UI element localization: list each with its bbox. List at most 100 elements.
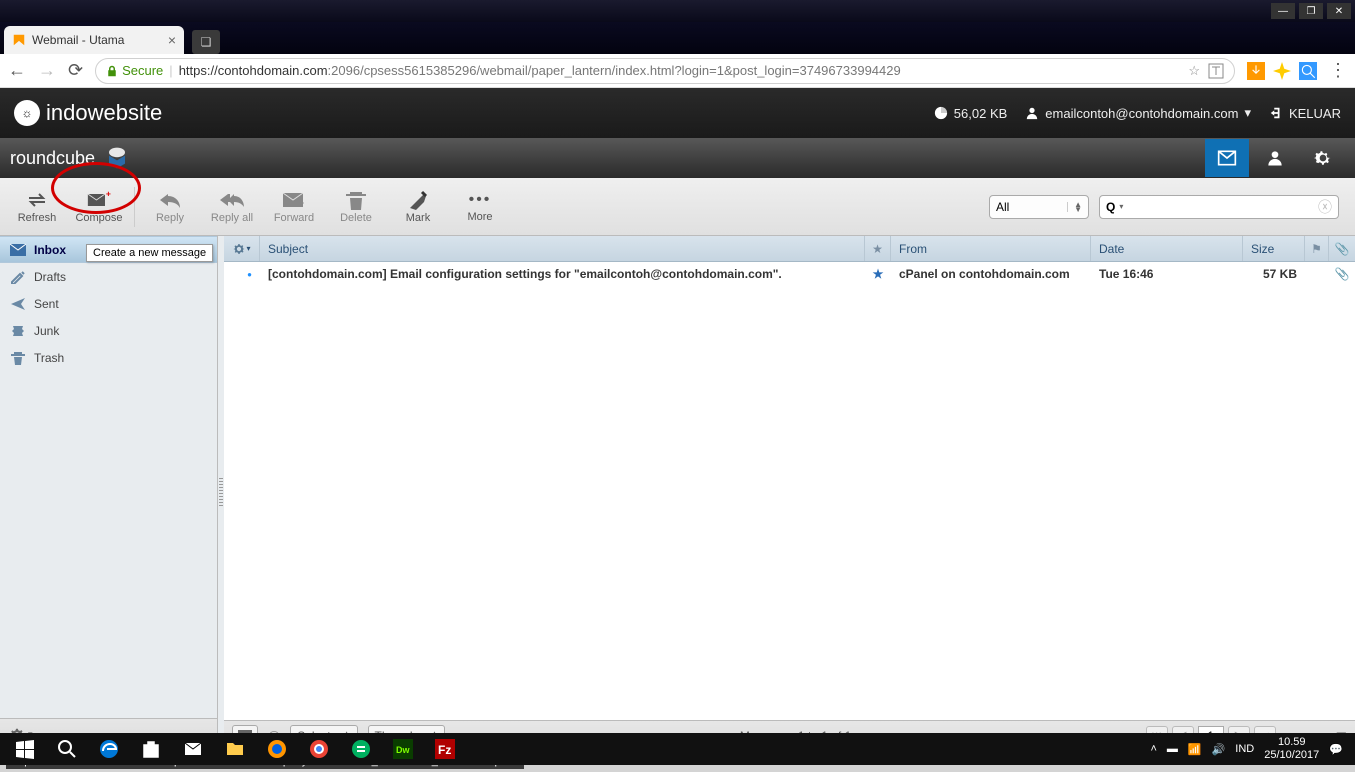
row-size: 57 KB (1243, 267, 1305, 281)
row-attach: 📎 (1329, 267, 1355, 281)
store-icon (141, 739, 161, 759)
taskbar-edge[interactable] (88, 733, 130, 765)
folder-sidebar: Inbox Create a new message Drafts Sent J… (0, 236, 218, 750)
refresh-button[interactable]: Refresh (6, 182, 68, 232)
brand-mark-icon: ☼ (14, 100, 40, 126)
col-attach[interactable]: 📎 (1329, 236, 1355, 261)
url-text: https://contohdomain.com:2096/cpsess5615… (179, 63, 901, 78)
col-settings[interactable]: ▾ (224, 236, 260, 261)
flag-header-icon: ⚑ (1311, 242, 1322, 256)
browser-toolbar: ← → ⟳ Secure | https://contohdomain.com:… (0, 54, 1355, 88)
row-star[interactable]: ★ (865, 267, 891, 281)
taskbar-filezilla[interactable]: Fz (424, 733, 466, 765)
forward-button[interactable]: → (38, 60, 56, 81)
tray-language[interactable]: IND (1235, 743, 1254, 755)
row-unread-icon: ● (224, 270, 260, 279)
compose-icon: + (87, 190, 111, 210)
logout-button[interactable]: KELUAR (1269, 106, 1341, 121)
tray-battery-icon[interactable]: ▬ (1167, 743, 1178, 755)
star-filled-icon: ★ (873, 267, 884, 281)
window-close-button[interactable]: ✕ (1327, 3, 1351, 19)
nav-mail-button[interactable] (1205, 139, 1249, 177)
taskbar-explorer[interactable] (214, 733, 256, 765)
compose-button[interactable]: + Compose (68, 182, 130, 232)
taskbar-chrome[interactable] (298, 733, 340, 765)
mark-button[interactable]: Mark (387, 182, 449, 232)
reply-button: Reply (139, 182, 201, 232)
filezilla-icon: Fz (435, 739, 455, 759)
folder-junk[interactable]: Junk (0, 317, 217, 344)
svg-text:Fz: Fz (438, 743, 451, 757)
col-date[interactable]: Date (1091, 236, 1243, 261)
translate-icon[interactable] (1208, 63, 1224, 79)
url-bar[interactable]: Secure | https://contohdomain.com:2096/c… (95, 58, 1235, 84)
window-restore-button[interactable]: ❐ (1299, 3, 1323, 19)
bookmark-star-icon[interactable]: ☆ (1188, 63, 1200, 79)
green-app-icon (351, 739, 371, 759)
roundcube-cube-icon (101, 146, 133, 170)
taskbar-firefox[interactable] (256, 733, 298, 765)
folder-drafts[interactable]: Drafts (0, 263, 217, 290)
nav-settings-button[interactable] (1301, 139, 1345, 177)
browser-menu-icon[interactable]: ⋮ (1329, 60, 1347, 81)
taskbar-mail[interactable] (172, 733, 214, 765)
firefox-icon (267, 739, 287, 759)
ext-sparkle-icon[interactable] (1273, 62, 1291, 80)
tray-chevron-icon[interactable]: ˄ (1150, 743, 1156, 755)
window-minimize-button[interactable]: — (1271, 3, 1295, 19)
ext-download-icon[interactable] (1247, 62, 1265, 80)
col-flag[interactable]: ⚑ (1305, 236, 1329, 261)
mail-icon (183, 739, 203, 759)
gear-icon (1313, 148, 1333, 168)
start-button[interactable] (4, 733, 46, 765)
row-date: Tue 16:46 (1091, 267, 1243, 281)
star-header-icon: ★ (872, 242, 883, 256)
more-button[interactable]: ••• More (449, 182, 511, 232)
main-area: Inbox Create a new message Drafts Sent J… (0, 236, 1355, 750)
col-size[interactable]: Size (1243, 236, 1305, 261)
tray-volume-icon[interactable]: 🔊 (1212, 743, 1226, 756)
taskbar-store[interactable] (130, 733, 172, 765)
reply-icon (158, 190, 182, 210)
tab-close-icon[interactable]: × (168, 32, 176, 48)
logout-icon (1269, 106, 1283, 120)
user-menu[interactable]: emailcontoh@contohdomain.com ▾ (1025, 105, 1251, 121)
taskbar-app-green[interactable] (340, 733, 382, 765)
back-button[interactable]: ← (8, 60, 26, 81)
attach-header-icon: 📎 (1335, 242, 1350, 256)
browser-tab-active[interactable]: Webmail - Utama × (4, 26, 184, 54)
edge-icon (99, 739, 119, 759)
ext-search-icon[interactable] (1299, 62, 1317, 80)
search-input[interactable]: Q▾ ⓧ (1099, 195, 1339, 219)
nav-contacts-button[interactable] (1253, 139, 1297, 177)
message-row[interactable]: ● [contohdomain.com] Email configuration… (224, 262, 1355, 286)
col-star[interactable]: ★ (865, 236, 891, 261)
forward-button: Forward (263, 182, 325, 232)
new-tab-button[interactable]: ❏ (192, 30, 220, 54)
storage-indicator: 56,02 KB (934, 106, 1008, 121)
folder-sent[interactable]: Sent (0, 290, 217, 317)
message-list-area: ▾ Subject ★ From Date Size ⚑ 📎 ● [contoh… (224, 236, 1355, 750)
extensions-area (1247, 62, 1317, 80)
tray-wifi-icon[interactable]: 📶 (1188, 743, 1202, 756)
window-chrome-top: — ❐ ✕ (0, 0, 1355, 22)
col-subject[interactable]: Subject (260, 236, 865, 261)
search-clear-icon[interactable]: ⓧ (1318, 197, 1332, 217)
reload-button[interactable]: ⟳ (68, 60, 83, 81)
tab-favicon-icon (12, 33, 26, 47)
taskbar-dreamweaver[interactable]: Dw (382, 733, 424, 765)
tray-notifications-icon[interactable]: 💬 (1329, 743, 1343, 756)
roundcube-bar: roundcube (0, 138, 1355, 178)
col-from[interactable]: From (891, 236, 1091, 261)
windows-taskbar: Dw Fz ˄ ▬ 📶 🔊 IND 10.59 25/10/2017 💬 (0, 733, 1355, 765)
svg-text:+: + (106, 190, 111, 199)
folder-trash[interactable]: Trash (0, 344, 217, 371)
filter-select[interactable]: All ▲▼ (989, 195, 1089, 219)
trash-icon (344, 190, 368, 210)
search-button[interactable] (46, 733, 88, 765)
row-subject: [contohdomain.com] Email configuration s… (260, 267, 865, 281)
tray-clock[interactable]: 10.59 25/10/2017 (1264, 736, 1319, 762)
pie-icon (934, 106, 948, 120)
site-header: ☼ indowebsite 56,02 KB emailcontoh@conto… (0, 88, 1355, 138)
delete-button: Delete (325, 182, 387, 232)
